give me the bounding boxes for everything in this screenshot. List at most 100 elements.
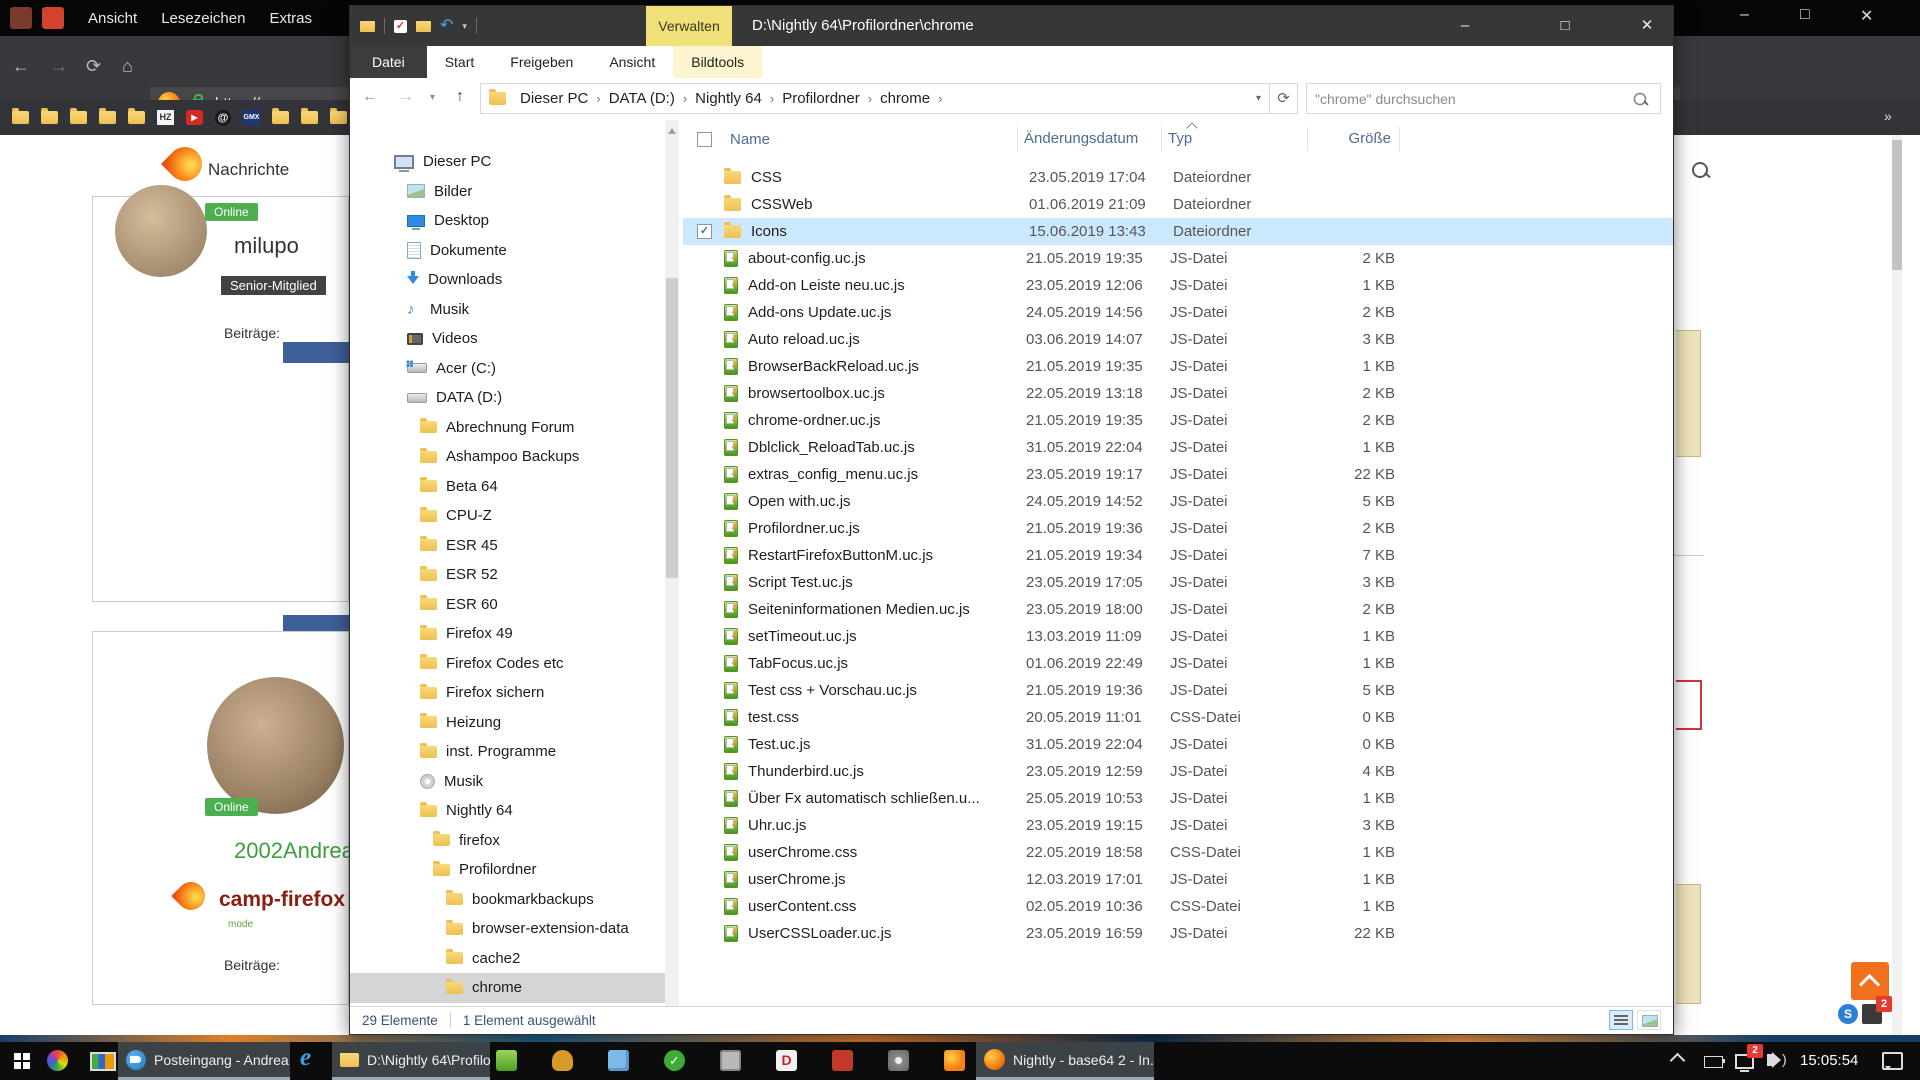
presentation-app-icon[interactable] [90, 1052, 116, 1071]
undo-icon[interactable]: ↶ [440, 18, 453, 34]
tray-chevron-up-icon[interactable] [1670, 1053, 1686, 1069]
key-icon[interactable] [552, 1050, 573, 1071]
search-box[interactable]: "chrome" durchsuchen [1306, 83, 1661, 114]
notes-icon[interactable] [608, 1050, 629, 1071]
bookmark-folder-icon[interactable] [70, 111, 87, 124]
tree-item-esr-60[interactable]: ESR 60 [350, 590, 665, 620]
orange-cut-icon[interactable] [944, 1050, 965, 1071]
forward-icon[interactable]: → [50, 56, 68, 77]
tree-item-heizung[interactable]: Heizung [350, 708, 665, 738]
file-row[interactable]: Test.uc.js31.05.2019 22:04JS-Datei0 KB [683, 731, 1673, 758]
file-row[interactable]: Script Test.uc.js23.05.2019 17:05JS-Date… [683, 569, 1673, 596]
tree-item-cpu-z[interactable]: CPU-Z [350, 501, 665, 531]
tree-item-chrome[interactable]: chrome [350, 973, 665, 1003]
file-row[interactable]: RestartFirefoxButtonM.uc.js21.05.2019 19… [683, 542, 1673, 569]
scroll-up-icon[interactable] [668, 124, 676, 134]
tree-item-acer-c-[interactable]: Acer (C:) [350, 354, 665, 384]
tree-item-desktop[interactable]: Desktop [350, 206, 665, 236]
menu-lesezeichen[interactable]: Lesezeichen [161, 10, 245, 27]
taskbar-button-nightly[interactable]: Nightly - base64 2 - In... [976, 1042, 1154, 1080]
s-app-icon[interactable]: S [1838, 1004, 1858, 1024]
avatar[interactable] [207, 677, 344, 814]
address-bar[interactable]: Dieser PC›DATA (D:)›Nightly 64›Profilord… [480, 83, 1270, 114]
tree-item-videos[interactable]: Videos [350, 324, 665, 354]
remote-desktop-icon[interactable] [832, 1050, 853, 1071]
username[interactable]: milupo [234, 233, 299, 259]
firefox-minimize-button[interactable]: – [1740, 6, 1749, 24]
file-row[interactable]: Thunderbird.uc.js23.05.2019 12:59JS-Date… [683, 758, 1673, 785]
recent-locations-icon[interactable]: ▾ [430, 92, 435, 103]
d-tool-icon[interactable] [776, 1050, 797, 1071]
file-row[interactable]: TabFocus.uc.js01.06.2019 22:49JS-Datei1 … [683, 650, 1673, 677]
file-row[interactable]: userChrome.js12.03.2019 17:01JS-Datei1 K… [683, 866, 1673, 893]
file-row[interactable]: UserCSSLoader.uc.js23.05.2019 16:59JS-Da… [683, 920, 1673, 947]
file-row[interactable]: Test css + Vorschau.uc.js21.05.2019 19:3… [683, 677, 1673, 704]
at-bookmark-icon[interactable]: @ [215, 110, 231, 126]
tree-item-esr-52[interactable]: ESR 52 [350, 560, 665, 590]
bookmark-folder-icon[interactable] [99, 111, 116, 124]
file-row[interactable]: userContent.css02.05.2019 10:36CSS-Datei… [683, 893, 1673, 920]
menu-extras[interactable]: Extras [269, 10, 312, 27]
file-row[interactable]: test.css20.05.2019 11:01CSS-Datei0 KB [683, 704, 1673, 731]
breadcrumb-item[interactable]: Dieser PC [516, 90, 592, 107]
edge-icon[interactable]: e [300, 1044, 311, 1072]
menu-ansicht[interactable]: Ansicht [88, 10, 137, 27]
thumbnails-view-button[interactable] [1637, 1010, 1661, 1030]
select-all-checkbox[interactable] [697, 132, 712, 147]
new-folder-icon[interactable] [416, 21, 431, 32]
tab-start[interactable]: Start [427, 46, 493, 78]
bookmarks-overflow-icon[interactable]: » [1884, 108, 1892, 124]
firefox-maximize-button[interactable]: □ [1800, 6, 1810, 24]
reload-icon[interactable]: ⟳ [86, 56, 101, 77]
bookmark-folder-icon[interactable] [330, 111, 347, 124]
column-header-size[interactable]: Größe [1307, 127, 1400, 151]
tree-item-firefox-49[interactable]: Firefox 49 [350, 619, 665, 649]
tree-item-inst-programme[interactable]: inst. Programme [350, 737, 665, 767]
tree-item-abrechnung-forum[interactable]: Abrechnung Forum [350, 413, 665, 443]
file-row[interactable]: ✓Icons15.06.2019 13:43Dateiordner [683, 218, 1673, 245]
taskbar-button-explorer[interactable]: D:\Nightly 64\Profilor... [332, 1042, 490, 1080]
minimize-button[interactable]: – [1440, 6, 1490, 46]
firefox-close-button[interactable]: ✕ [1860, 6, 1873, 26]
scroll-to-top-button[interactable] [1851, 962, 1889, 1000]
breadcrumb-item[interactable]: Nightly 64 [691, 90, 766, 107]
explorer-titlebar[interactable]: ✓ ↶ ▾ Verwalten D:\Nightly 64\Profilordn… [350, 6, 1673, 46]
file-row[interactable]: CSSWeb01.06.2019 21:09Dateiordner [683, 191, 1673, 218]
scrollbar-thumb[interactable] [1892, 140, 1902, 270]
avatar[interactable] [115, 185, 207, 277]
details-view-button[interactable] [1609, 1010, 1633, 1030]
tree-item-ashampoo-backups[interactable]: Ashampoo Backups [350, 442, 665, 472]
tree-item-esr-45[interactable]: ESR 45 [350, 531, 665, 561]
column-header-date[interactable]: Änderungsdatum [1017, 127, 1161, 151]
tab-datei[interactable]: Datei [350, 46, 427, 78]
tab-freigeben[interactable]: Freigeben [492, 46, 591, 78]
tree-scrollbar[interactable] [665, 120, 679, 1007]
file-row[interactable]: browsertoolbox.uc.js22.05.2019 13:18JS-D… [683, 380, 1673, 407]
file-row[interactable]: userChrome.css22.05.2019 18:58CSS-Datei1… [683, 839, 1673, 866]
tree-item-nightly-64[interactable]: Nightly 64 [350, 796, 665, 826]
speaker-icon[interactable] [720, 1050, 741, 1071]
tree-item-data-d-[interactable]: DATA (D:) [350, 383, 665, 413]
breadcrumb-item[interactable]: DATA (D:) [605, 90, 679, 107]
forward-icon[interactable]: → [398, 88, 414, 106]
up-icon[interactable]: ↑ [456, 88, 464, 106]
tree-item-bookmarkbackups[interactable]: bookmarkbackups [350, 885, 665, 915]
search-icon[interactable] [1634, 92, 1647, 105]
tree-item-musik[interactable]: Musik [350, 295, 665, 325]
tab-bildtools[interactable]: Bildtools [673, 46, 762, 78]
bookmark-folder-icon[interactable] [41, 111, 58, 124]
start-button[interactable] [14, 1053, 21, 1060]
close-button[interactable]: ✕ [1622, 6, 1672, 46]
file-row[interactable]: CSS23.05.2019 17:04Dateiordner [683, 164, 1673, 191]
properties-icon[interactable]: ✓ [394, 20, 407, 33]
tree-item-firefox-codes-etc[interactable]: Firefox Codes etc [350, 649, 665, 679]
username[interactable]: 2002Andreas [234, 838, 365, 864]
file-row[interactable]: Open with.uc.js24.05.2019 14:52JS-Datei5… [683, 488, 1673, 515]
file-row[interactable]: Uhr.uc.js23.05.2019 19:15JS-Datei3 KB [683, 812, 1673, 839]
gmx-bookmark-icon[interactable]: GMX [243, 110, 260, 125]
home-icon[interactable]: ⌂ [122, 56, 133, 77]
address-dropdown-icon[interactable]: ▾ [1256, 93, 1269, 104]
tab-ansicht[interactable]: Ansicht [591, 46, 673, 78]
column-header-type[interactable]: Typ [1161, 127, 1307, 151]
tree-item-browser-extension-data[interactable]: browser-extension-data [350, 914, 665, 944]
